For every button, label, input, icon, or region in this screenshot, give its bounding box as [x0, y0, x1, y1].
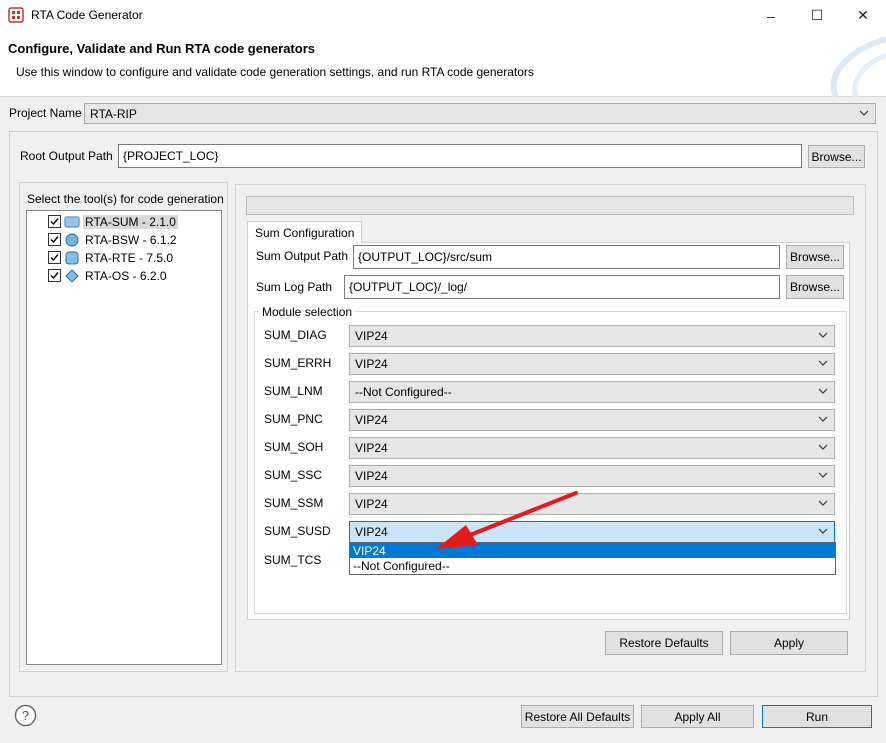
project-name-value: RTA-RIP [90, 106, 137, 121]
restore-defaults-button[interactable]: Restore Defaults [605, 631, 723, 655]
module-combo-sum-pnc[interactable]: VIP24 [349, 409, 835, 431]
sum-log-browse-button[interactable]: Browse... [786, 275, 844, 299]
app-icon [8, 7, 24, 23]
sum-output-browse-button[interactable]: Browse... [786, 245, 844, 269]
module-label-sum-susd: SUM_SUSD [264, 524, 331, 538]
check-icon [50, 254, 59, 262]
module-value: VIP24 [355, 497, 388, 511]
module-value: --Not Configured-- [355, 385, 452, 399]
module-combo-sum-diag[interactable]: VIP24 [349, 325, 835, 347]
module-combo-sum-soh[interactable]: VIP24 [349, 437, 835, 459]
module-value: VIP24 [355, 525, 388, 539]
module-value: VIP24 [355, 469, 388, 483]
restore-all-defaults-button[interactable]: Restore All Defaults [521, 705, 634, 728]
module-combo-sum-ssc[interactable]: VIP24 [349, 465, 835, 487]
progress-bar [246, 196, 854, 215]
sum-output-path-label: Sum Output Path [256, 249, 349, 263]
checkbox[interactable] [48, 215, 61, 228]
module-label-sum-pnc: SUM_PNC [264, 412, 323, 426]
checkbox[interactable] [48, 233, 61, 246]
window-title: RTA Code Generator [31, 8, 143, 22]
maximize-button[interactable]: ☐ [794, 0, 840, 31]
module-label-sum-lnm: SUM_LNM [264, 384, 323, 398]
module-label-sum-tcs: SUM_TCS [264, 553, 322, 567]
tool-icon [65, 268, 79, 283]
tools-label: Select the tool(s) for code generation [27, 192, 224, 206]
tool-label: RTA-OS - 6.2.0 [85, 268, 167, 283]
sum-log-path-input[interactable]: {OUTPUT_LOC}/_log/ [344, 275, 780, 299]
tool-icon [65, 251, 79, 264]
tab-sum-configuration[interactable]: Sum Configuration [247, 221, 362, 243]
module-combo-sum-errh[interactable]: VIP24 [349, 353, 835, 375]
checkbox[interactable] [48, 251, 61, 264]
chevron-down-icon [859, 110, 869, 116]
chevron-down-icon [818, 500, 828, 506]
tool-label: RTA-RTE - 7.5.0 [85, 250, 174, 265]
chevron-down-icon [818, 360, 828, 366]
title-bar: RTA Code Generator – ☐ ✕ [0, 0, 886, 31]
banner-title: Configure, Validate and Run RTA code gen… [8, 41, 315, 56]
sum-log-path-label: Sum Log Path [256, 280, 333, 294]
close-button[interactable]: ✕ [840, 0, 886, 31]
tool-label: RTA-SUM - 2.1.0 [83, 214, 178, 229]
help-icon[interactable]: ? [14, 704, 37, 727]
chevron-down-icon [818, 416, 828, 422]
header-banner: Configure, Validate and Run RTA code gen… [0, 31, 886, 97]
module-label-sum-diag: SUM_DIAG [264, 328, 327, 342]
module-label-sum-errh: SUM_ERRH [264, 356, 332, 370]
project-name-label: Project Name [9, 106, 82, 120]
tab-label: Sum Configuration [255, 225, 355, 240]
module-value: VIP24 [355, 329, 388, 343]
chevron-down-icon [818, 332, 828, 338]
module-combo-sum-susd[interactable]: VIP24 [349, 521, 835, 543]
module-label-sum-ssc: SUM_SSC [264, 468, 323, 482]
module-label-sum-ssm: SUM_SSM [264, 496, 324, 510]
project-name-combo[interactable]: RTA-RIP [84, 103, 876, 124]
minimize-button[interactable]: – [748, 0, 794, 31]
chevron-down-icon [818, 528, 828, 534]
close-icon: ✕ [857, 7, 869, 23]
dropdown-option-not-configured[interactable]: --Not Configured-- [350, 558, 835, 573]
module-selection-label: Module selection [259, 305, 356, 319]
module-label-sum-soh: SUM_SOH [264, 440, 324, 454]
banner-description: Use this window to configure and validat… [16, 65, 534, 79]
check-icon [50, 218, 59, 226]
root-output-path-input[interactable]: {PROJECT_LOC} [118, 144, 802, 168]
tool-label: RTA-BSW - 6.1.2 [85, 232, 177, 247]
checkbox[interactable] [48, 269, 61, 282]
chevron-down-icon [818, 444, 828, 450]
tool-item-rta-os[interactable]: RTA-OS - 6.2.0 [48, 267, 169, 284]
check-icon [50, 272, 59, 280]
root-output-path-label: Root Output Path [20, 149, 113, 163]
tool-item-rta-bsw[interactable]: RTA-BSW - 6.1.2 [48, 231, 179, 248]
dropdown-option-vip24[interactable]: VIP24 [350, 543, 835, 558]
banner-decoration-icon [830, 36, 886, 97]
tool-item-rta-rte[interactable]: RTA-RTE - 7.5.0 [48, 249, 175, 266]
tool-item-rta-sum[interactable]: RTA-SUM - 2.1.0 [48, 213, 178, 230]
chevron-down-icon [818, 388, 828, 394]
root-browse-button[interactable]: Browse... [808, 145, 865, 168]
sum-output-path-input[interactable]: {OUTPUT_LOC}/src/sum [353, 245, 780, 269]
module-value: VIP24 [355, 413, 388, 427]
maximize-icon: ☐ [810, 7, 824, 23]
chevron-down-icon [818, 472, 828, 478]
run-button[interactable]: Run [762, 705, 872, 728]
apply-button[interactable]: Apply [730, 631, 848, 655]
tool-icon [65, 233, 79, 246]
tool-icon [64, 216, 80, 227]
minimize-icon: – [767, 7, 775, 24]
module-value: VIP24 [355, 441, 388, 455]
module-combo-sum-lnm[interactable]: --Not Configured-- [349, 381, 835, 403]
dropdown-list: VIP24 --Not Configured-- [349, 542, 836, 575]
apply-all-button[interactable]: Apply All [641, 705, 754, 728]
module-value: VIP24 [355, 357, 388, 371]
check-icon [50, 236, 59, 244]
module-combo-sum-ssm[interactable]: VIP24 [349, 493, 835, 515]
svg-text:?: ? [22, 708, 29, 723]
